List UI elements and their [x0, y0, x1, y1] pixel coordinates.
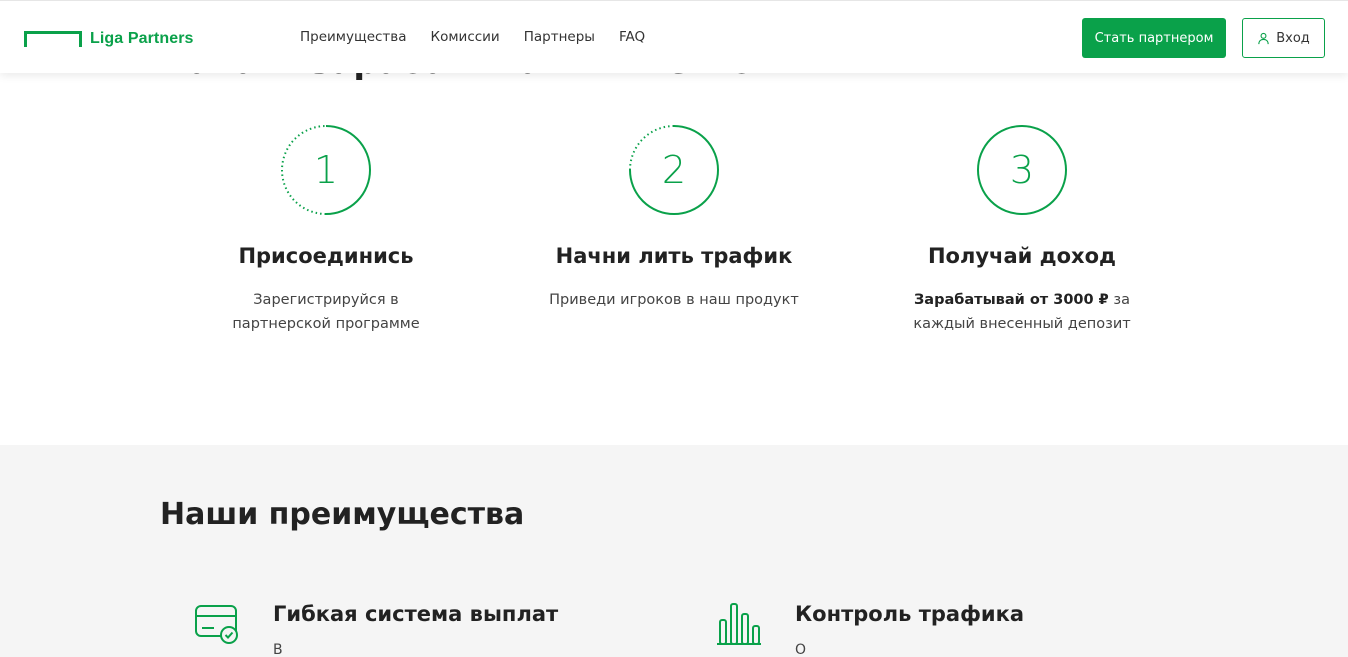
nav-partners[interactable]: Партнеры — [524, 29, 595, 45]
site-header: Liga Partners Преимущества Комиссии Парт… — [0, 0, 1348, 73]
step-traffic: 2 Начни лить трафик Приведи игроков в на… — [504, 124, 844, 312]
advantages-title: Наши преимущества — [160, 497, 525, 532]
step-number: 2 — [661, 148, 687, 192]
step-description: Зарегистрируйся в партнерской программе — [156, 288, 496, 336]
logo-text: Liga Partners — [90, 30, 194, 47]
step-income: 3 Получай доход Зарабатывай от 3000 ₽ за… — [852, 124, 1192, 336]
advantages-section: Наши преимущества Гибкая система выплат … — [0, 445, 1348, 657]
nav-advantages[interactable]: Преимущества — [300, 29, 407, 45]
step-join: 1 Присоединись Зарегистрируйся в партнер… — [156, 124, 496, 336]
become-partner-button[interactable]: Стать партнером — [1082, 18, 1226, 58]
step-circle: 3 — [976, 124, 1068, 216]
bar-chart-icon — [717, 603, 761, 645]
advantage-desc: В — [273, 642, 283, 657]
step-number: 3 — [1009, 148, 1035, 192]
step-title: Присоединись — [238, 244, 414, 268]
logo[interactable]: Liga Partners — [24, 29, 194, 49]
step-desc-line: Зарегистрируйся в — [253, 292, 399, 308]
step-description: Зарабатывай от 3000 ₽ за каждый внесенны… — [852, 288, 1192, 336]
step-desc-highlight: Зарабатывай от 3000 ₽ — [914, 292, 1109, 308]
step-title: Получай доход — [927, 244, 1116, 268]
step-desc-line: каждый внесенный депозит — [913, 316, 1131, 332]
login-label: Вход — [1276, 30, 1310, 46]
logo-mark-icon — [24, 31, 82, 47]
advantage-desc: О — [795, 642, 807, 657]
advantage-traffic-control: Контроль трафика О — [715, 600, 1024, 657]
main-nav: Преимущества Комиссии Партнеры FAQ — [300, 29, 645, 45]
nav-faq[interactable]: FAQ — [619, 29, 645, 45]
step-circle: 1 — [280, 124, 372, 216]
step-desc-line: Приведи игроков в наш продукт — [549, 292, 799, 308]
step-title: Начни лить трафик — [555, 244, 793, 268]
advantage-text: Контроль трафика О — [795, 600, 1024, 657]
user-icon — [1258, 32, 1269, 44]
advantage-flexible-payouts: Гибкая система выплат В — [193, 600, 558, 657]
advantage-title: Гибкая система выплат — [273, 602, 559, 626]
nav-commissions[interactable]: Комиссии — [431, 29, 500, 45]
step-desc-line: за — [1108, 292, 1130, 308]
card-check-icon — [195, 605, 238, 644]
advantage-text: Гибкая система выплат В — [273, 600, 558, 657]
advantage-title: Контроль трафика — [795, 602, 1025, 626]
step-description: Приведи игроков в наш продукт — [504, 288, 844, 312]
step-circle: 2 — [628, 124, 720, 216]
login-button[interactable]: Вход — [1242, 18, 1325, 58]
step-number: 1 — [313, 148, 339, 192]
step-desc-line: партнерской программе — [232, 316, 420, 332]
